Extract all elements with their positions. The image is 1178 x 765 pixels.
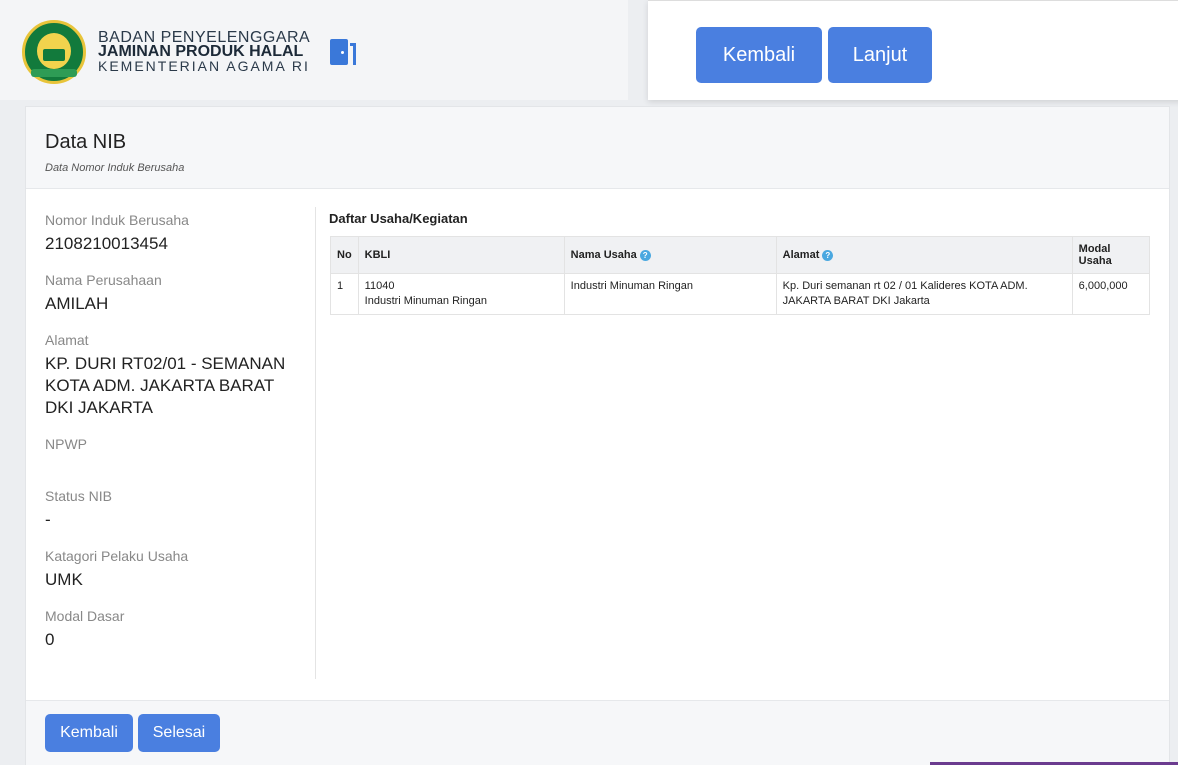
field-label: Modal Dasar (45, 608, 125, 624)
column-header-nama-usaha: Nama Usaha? (563, 236, 777, 274)
field-nib-status: Status NIB - (45, 487, 305, 531)
page-subtitle: Data Nomor Induk Berusaha (45, 162, 185, 174)
finish-button[interactable]: Selesai (138, 714, 220, 752)
logout-door-icon[interactable] (330, 37, 360, 67)
help-icon[interactable]: ? (822, 249, 834, 261)
field-value (45, 457, 305, 471)
field-label: Status NIB (45, 488, 112, 504)
popup-next-button[interactable]: Lanjut (828, 27, 932, 83)
cell-alamat: Kp. Duri semanan rt 02 / 01 Kalideres KO… (775, 273, 1073, 315)
field-value: 0 (45, 630, 55, 649)
help-icon[interactable]: ? (639, 249, 651, 261)
card-footer: Kembali Selesai (26, 700, 1169, 765)
activities-section: Daftar Usaha/Kegiatan No KBLI Nama Usaha… (329, 211, 1151, 315)
field-value: - (45, 510, 51, 529)
field-label: Alamat (45, 332, 89, 348)
field-value: UMK (45, 570, 83, 589)
brand-line-2: JAMINAN PRODUK HALAL (98, 43, 304, 60)
field-company-name: Nama Perusahaan AMILAH (45, 271, 305, 315)
field-nib: Nomor Induk Berusaha 2108210013454 (45, 211, 305, 255)
brand-line-3: KEMENTERIAN AGAMA RI (98, 58, 310, 74)
field-value: 2108210013454 (45, 234, 168, 253)
popup-card: Kembali Lanjut (648, 0, 1178, 100)
field-label: Nomor Induk Berusaha (45, 212, 189, 228)
field-label: Nama Perusahaan (45, 272, 162, 288)
brand-text: BADAN PENYELENGGARA JAMINAN PRODUK HALAL… (98, 30, 310, 74)
column-header-kbli: KBLI (357, 236, 565, 274)
popup-back-button[interactable]: Kembali (696, 27, 822, 83)
column-header-label: Nama Usaha (570, 249, 637, 261)
column-divider (315, 207, 316, 679)
field-label: NPWP (45, 436, 87, 452)
field-address: Alamat KP. DURI RT02/01 - SEMANAN KOTA A… (45, 331, 305, 419)
kbli-name: Industri Minuman Ringan (364, 295, 487, 307)
kemenag-emblem-icon (22, 20, 86, 84)
back-button[interactable]: Kembali (45, 714, 133, 752)
card-header: Data NIB Data Nomor Induk Berusaha (26, 107, 1169, 189)
cell-nama-usaha: Industri Minuman Ringan (563, 273, 777, 315)
cell-modal-usaha: 6,000,000 (1071, 273, 1151, 315)
field-label: Katagori Pelaku Usaha (45, 548, 189, 564)
activities-title: Daftar Usaha/Kegiatan (329, 211, 468, 226)
column-header-alamat: Alamat? (775, 236, 1073, 274)
column-header-modal-usaha: Modal Usaha (1071, 236, 1151, 274)
cell-no: 1 (330, 273, 359, 315)
table-header-row: No KBLI Nama Usaha? Alamat? Modal Usaha (330, 236, 1151, 274)
page-title: Data NIB (45, 131, 127, 153)
nib-card: Data NIB Data Nomor Induk Berusaha Nomor… (25, 106, 1170, 765)
kbli-code: 11040 (364, 280, 395, 292)
field-base-capital: Modal Dasar 0 (45, 607, 305, 651)
field-value: AMILAH (45, 294, 109, 313)
field-value: KP. DURI RT02/01 - SEMANAN KOTA ADM. JAK… (45, 354, 286, 417)
table-row: 1 11040 Industri Minuman Ringan Industri… (330, 273, 1151, 315)
field-npwp: NPWP (45, 435, 305, 471)
column-header-no: No (330, 236, 359, 274)
activities-table: No KBLI Nama Usaha? Alamat? Modal Usaha … (330, 236, 1151, 315)
column-header-label: Alamat (782, 249, 820, 261)
logo: BADAN PENYELENGGARA JAMINAN PRODUK HALAL… (22, 20, 360, 84)
cell-kbli: 11040 Industri Minuman Ringan (357, 273, 565, 315)
nib-details: Nomor Induk Berusaha 2108210013454 Nama … (45, 211, 305, 667)
field-business-category: Katagori Pelaku Usaha UMK (45, 547, 305, 591)
